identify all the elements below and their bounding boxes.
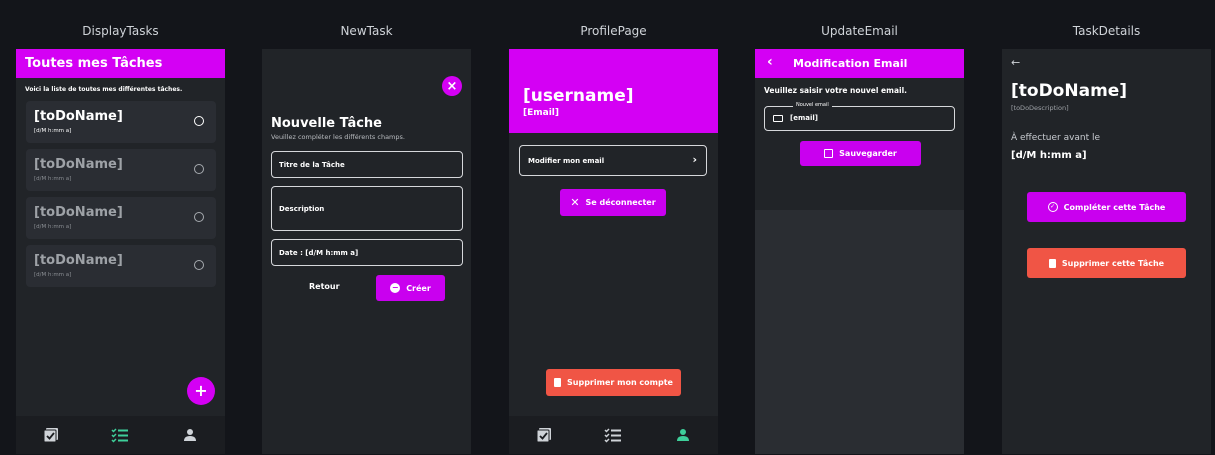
task-name: [toDoName] [34, 157, 123, 172]
back-arrow-icon[interactable]: ← [1011, 56, 1020, 69]
date-value: Date : [d/M h:mm a] [279, 249, 359, 257]
save-label: Sauvegarder [839, 149, 897, 158]
delete-account-button[interactable]: Supprimer mon compte [546, 369, 681, 396]
column-title-profile-page: ProfilePage [580, 24, 647, 38]
column-title-display-tasks: DisplayTasks [82, 24, 159, 38]
trash-icon [1048, 258, 1056, 268]
date-picker-field[interactable]: Date : [d/M h:mm a] [271, 239, 463, 266]
task-date: [d/M h:mm a] [34, 272, 72, 278]
delete-account-label: Supprimer mon compte [567, 378, 673, 387]
bottom-nav [509, 416, 718, 454]
task-card[interactable]: [toDoName] [d/M h:mm a] [26, 149, 216, 191]
delete-task-button[interactable]: Supprimer cette Tâche [1027, 248, 1186, 278]
profile-screen: [username] [Email] Modifier mon email › … [509, 49, 718, 454]
due-date: [d/M h:mm a] [1011, 150, 1087, 161]
chevron-left-icon[interactable]: ‹ [767, 54, 773, 70]
task-complete-radio[interactable] [194, 212, 204, 222]
complete-task-button[interactable]: ✓ Compléter cette Tâche [1027, 192, 1186, 222]
chevron-right-icon: › [692, 153, 697, 166]
task-title-placeholder: Titre de la Tâche [279, 161, 345, 169]
new-task-screen: × Nouvelle Tâche Veuillez compléter les … [262, 49, 471, 454]
task-details-screen: ← [toDoName] [toDoDescription] À effectu… [1002, 49, 1211, 454]
column-title-new-task: NewTask [340, 24, 393, 38]
close-icon: ✕ [570, 196, 580, 209]
logout-button[interactable]: ✕ Se déconnecter [560, 189, 666, 216]
mail-icon [773, 115, 783, 122]
plus-circle-icon: − [390, 283, 401, 293]
display-tasks-screen: Toutes mes Tâches Voici la liste de tout… [16, 49, 225, 454]
description-placeholder: Description [279, 205, 325, 213]
save-button[interactable]: Sauvegarder [800, 141, 921, 166]
task-date: [d/M h:mm a] [34, 224, 72, 230]
column-title-task-details: TaskDetails [1072, 24, 1141, 38]
trash-icon [554, 378, 562, 387]
task-date: [d/M h:mm a] [34, 128, 72, 134]
complete-task-label: Compléter cette Tâche [1063, 202, 1166, 212]
logout-label: Se déconnecter [585, 198, 656, 207]
floppy-disk-icon [824, 149, 834, 158]
task-name: [toDoName] [34, 109, 123, 124]
nav-completed-tasks-icon[interactable] [532, 425, 556, 445]
task-title-input[interactable]: Titre de la Tâche [271, 151, 463, 178]
nav-completed-tasks-icon[interactable] [39, 425, 63, 445]
close-icon: × [446, 78, 458, 94]
delete-task-label: Supprimer cette Tâche [1061, 258, 1165, 268]
task-complete-radio[interactable] [194, 116, 204, 126]
add-task-button[interactable]: + [187, 377, 215, 405]
task-date: [d/M h:mm a] [34, 176, 72, 182]
task-card[interactable]: [toDoName] [d/M h:mm a] [26, 197, 216, 239]
back-button[interactable]: Retour [309, 282, 340, 291]
plus-icon: + [194, 381, 208, 400]
new-email-input[interactable]: Nouvel email [email] [764, 102, 955, 131]
update-email-instruction: Veuillez saisir votre nouvel email. [764, 86, 908, 95]
update-email-header: ‹ Modification Email [755, 49, 964, 78]
task-complete-radio[interactable] [194, 260, 204, 270]
modify-email-button[interactable]: Modifier mon email › [519, 145, 707, 176]
task-name: [toDoName] [34, 253, 123, 268]
page-title: Modification Email [793, 57, 908, 70]
nav-task-list-icon[interactable] [601, 425, 625, 445]
task-complete-radio[interactable] [194, 164, 204, 174]
update-email-screen: ‹ Modification Email Veuillez saisir vot… [755, 49, 964, 454]
nav-profile-icon[interactable] [178, 425, 202, 445]
description-input[interactable]: Description [271, 186, 463, 231]
task-name: [toDoName] [34, 205, 123, 220]
profile-username: [username] [523, 86, 634, 106]
create-label: Créer [406, 283, 431, 293]
new-task-title: Nouvelle Tâche [271, 116, 382, 131]
profile-header: [username] [Email] [509, 49, 718, 133]
close-button[interactable]: × [442, 76, 462, 96]
task-card[interactable]: [toDoName] [d/M h:mm a] [26, 245, 216, 287]
create-button[interactable]: − Créer [376, 275, 445, 301]
nav-task-list-icon[interactable] [108, 425, 132, 445]
new-task-subtitle: Veuillez compléter les différents champs… [271, 133, 405, 141]
new-email-value: [email] [790, 114, 818, 122]
new-email-label: Nouvel email [793, 102, 832, 108]
column-title-update-email: UpdateEmail [821, 24, 898, 38]
bottom-nav [16, 416, 225, 454]
modify-email-label: Modifier mon email [528, 157, 605, 165]
profile-email: [Email] [523, 108, 559, 118]
task-detail-description: [toDoDescription] [1011, 104, 1069, 112]
task-detail-name: [toDoName] [1011, 81, 1128, 101]
due-label: À effectuer avant le [1011, 133, 1101, 143]
page-title: Toutes mes Tâches [25, 56, 163, 71]
display-tasks-header: Toutes mes Tâches [16, 49, 225, 78]
page-subtitle: Voici la liste de toutes mes différentes… [25, 86, 183, 93]
nav-profile-icon[interactable] [671, 425, 695, 445]
task-card[interactable]: [toDoName] [d/M h:mm a] [26, 101, 216, 143]
check-circle-icon: ✓ [1047, 202, 1058, 212]
